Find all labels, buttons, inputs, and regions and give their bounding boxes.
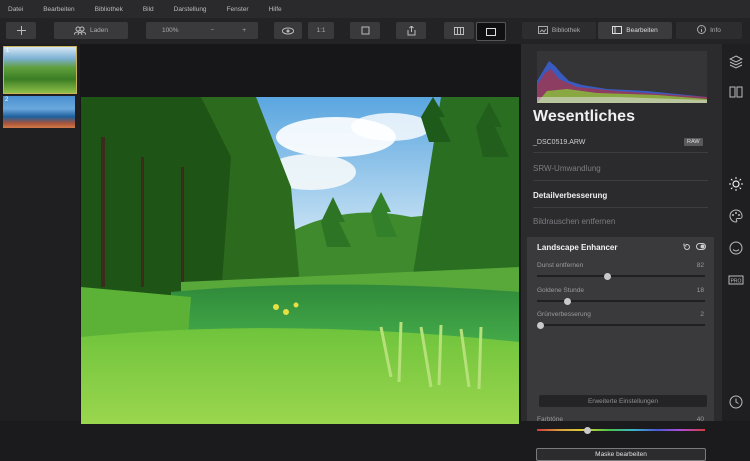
image-canvas[interactable] bbox=[80, 44, 521, 424]
slider-knob[interactable] bbox=[583, 426, 591, 434]
file-name: _DSC0519.ARW bbox=[533, 139, 586, 146]
compare-label: 1:1 bbox=[316, 27, 326, 34]
tab-info-label: Info bbox=[710, 27, 721, 34]
palette-icon[interactable] bbox=[728, 208, 744, 224]
main-photo bbox=[81, 97, 519, 424]
tool-icon-bar: PRO bbox=[722, 44, 750, 421]
load-label: Laden bbox=[89, 27, 109, 34]
thumbnail-number: 1 bbox=[6, 48, 10, 54]
single-view-button[interactable] bbox=[476, 22, 506, 41]
library-icon bbox=[537, 25, 548, 36]
grid-icon bbox=[454, 26, 464, 35]
filmstrip: 1 2 bbox=[0, 44, 80, 421]
toggle-icon[interactable] bbox=[696, 243, 706, 253]
divider bbox=[533, 207, 708, 208]
history-icon[interactable] bbox=[728, 394, 744, 410]
tab-info[interactable]: Info bbox=[676, 22, 742, 39]
compare-button[interactable]: 1:1 bbox=[308, 22, 334, 39]
edit-mask-button[interactable]: Maske bearbeiten bbox=[536, 448, 706, 461]
zoom-in-button[interactable]: + bbox=[242, 27, 246, 34]
hue-value: 40 bbox=[696, 416, 704, 423]
tab-bibliothek-label: Bibliothek bbox=[551, 27, 581, 34]
book-icon[interactable] bbox=[728, 84, 744, 100]
menu-darstellung[interactable]: Darstellung bbox=[164, 6, 217, 13]
crop-button[interactable] bbox=[350, 22, 380, 39]
plus-icon bbox=[16, 26, 26, 35]
thumbnail-number: 2 bbox=[5, 97, 9, 103]
section-detail-enhancement[interactable]: Detailverbesserung bbox=[533, 191, 607, 200]
crop-icon bbox=[361, 26, 370, 35]
slider-value: 82 bbox=[696, 262, 704, 269]
eye-icon bbox=[282, 27, 294, 35]
slider-label: Dunst entfernen bbox=[537, 262, 584, 269]
slider-green-enhance[interactable] bbox=[536, 321, 705, 329]
landscape-enhancer-tool: Landscape Enhancer Dunst entfernen 82 Go… bbox=[527, 237, 714, 434]
tab-bearbeiten[interactable]: Bearbeiten bbox=[598, 22, 672, 39]
slider-hue[interactable] bbox=[537, 426, 705, 434]
sun-icon[interactable] bbox=[728, 176, 744, 192]
slider-value: 2 bbox=[700, 311, 704, 318]
slider-label: Goldene Stunde bbox=[537, 287, 584, 294]
edit-icon bbox=[612, 25, 623, 36]
adjustment-panel: Wesentliches _DSC0519.ARW RAW SRW-Umwand… bbox=[521, 44, 722, 461]
raw-badge: RAW bbox=[684, 138, 703, 146]
people-icon bbox=[73, 26, 86, 35]
svg-text:PRO: PRO bbox=[731, 279, 742, 285]
tab-bibliothek[interactable]: Bibliothek bbox=[522, 22, 596, 39]
export-icon bbox=[407, 25, 416, 36]
slider-knob[interactable] bbox=[604, 272, 612, 280]
face-icon[interactable] bbox=[728, 240, 744, 256]
menu-bibliothek[interactable]: Bibliothek bbox=[85, 6, 133, 13]
layers-icon[interactable] bbox=[728, 54, 744, 70]
menu-datei[interactable]: Datei bbox=[0, 6, 33, 13]
menu-bearbeiten[interactable]: Bearbeiten bbox=[33, 6, 84, 13]
slider-dehaze[interactable] bbox=[537, 272, 705, 280]
single-view-icon bbox=[486, 27, 496, 36]
zoom-out-button[interactable]: − bbox=[211, 27, 215, 34]
grid-view-button[interactable] bbox=[444, 22, 474, 39]
section-noise-removal[interactable]: Bildrauschen entfernen bbox=[533, 217, 615, 226]
slider-knob[interactable] bbox=[536, 321, 544, 329]
load-button[interactable]: Laden bbox=[54, 22, 128, 39]
reset-icon[interactable] bbox=[683, 243, 691, 253]
slider-knob[interactable] bbox=[563, 297, 571, 305]
add-button[interactable] bbox=[6, 22, 36, 39]
menu-bild[interactable]: Bild bbox=[133, 6, 164, 13]
tab-bearbeiten-label: Bearbeiten bbox=[626, 27, 658, 34]
export-button[interactable] bbox=[396, 22, 426, 39]
zoom-control: 100% − + bbox=[146, 22, 258, 39]
divider bbox=[533, 152, 708, 153]
tool-title: Landscape Enhancer bbox=[537, 243, 618, 252]
slider-label: Grünverbesserung bbox=[537, 311, 591, 318]
slider-golden-hour[interactable] bbox=[537, 297, 705, 305]
histogram bbox=[537, 51, 707, 103]
menu-bar: Datei Bearbeiten Bibliothek Bild Darstel… bbox=[0, 0, 750, 18]
menu-hilfe[interactable]: Hilfe bbox=[259, 6, 292, 13]
menu-fenster[interactable]: Fenster bbox=[217, 6, 259, 13]
panel-title: Wesentliches bbox=[533, 108, 635, 125]
slider-value: 18 bbox=[696, 287, 704, 294]
thumbnail-forest[interactable]: 1 bbox=[3, 46, 77, 94]
preview-toggle-button[interactable] bbox=[274, 22, 302, 39]
divider bbox=[533, 180, 708, 181]
info-icon bbox=[697, 25, 707, 36]
thumbnail-coast[interactable]: 2 bbox=[3, 96, 75, 128]
section-raw-conversion[interactable]: SRW-Umwandlung bbox=[533, 164, 601, 173]
zoom-value[interactable]: 100% bbox=[158, 27, 183, 34]
tool-controls bbox=[683, 243, 706, 253]
toolbar: Laden 100% − + 1:1 Bibliothek Bearbeiten… bbox=[0, 18, 750, 45]
hue-label: Farbtöne bbox=[537, 416, 564, 423]
pro-icon[interactable]: PRO bbox=[728, 272, 744, 288]
advanced-settings-button[interactable]: Erweiterte Einstellungen bbox=[539, 395, 707, 407]
